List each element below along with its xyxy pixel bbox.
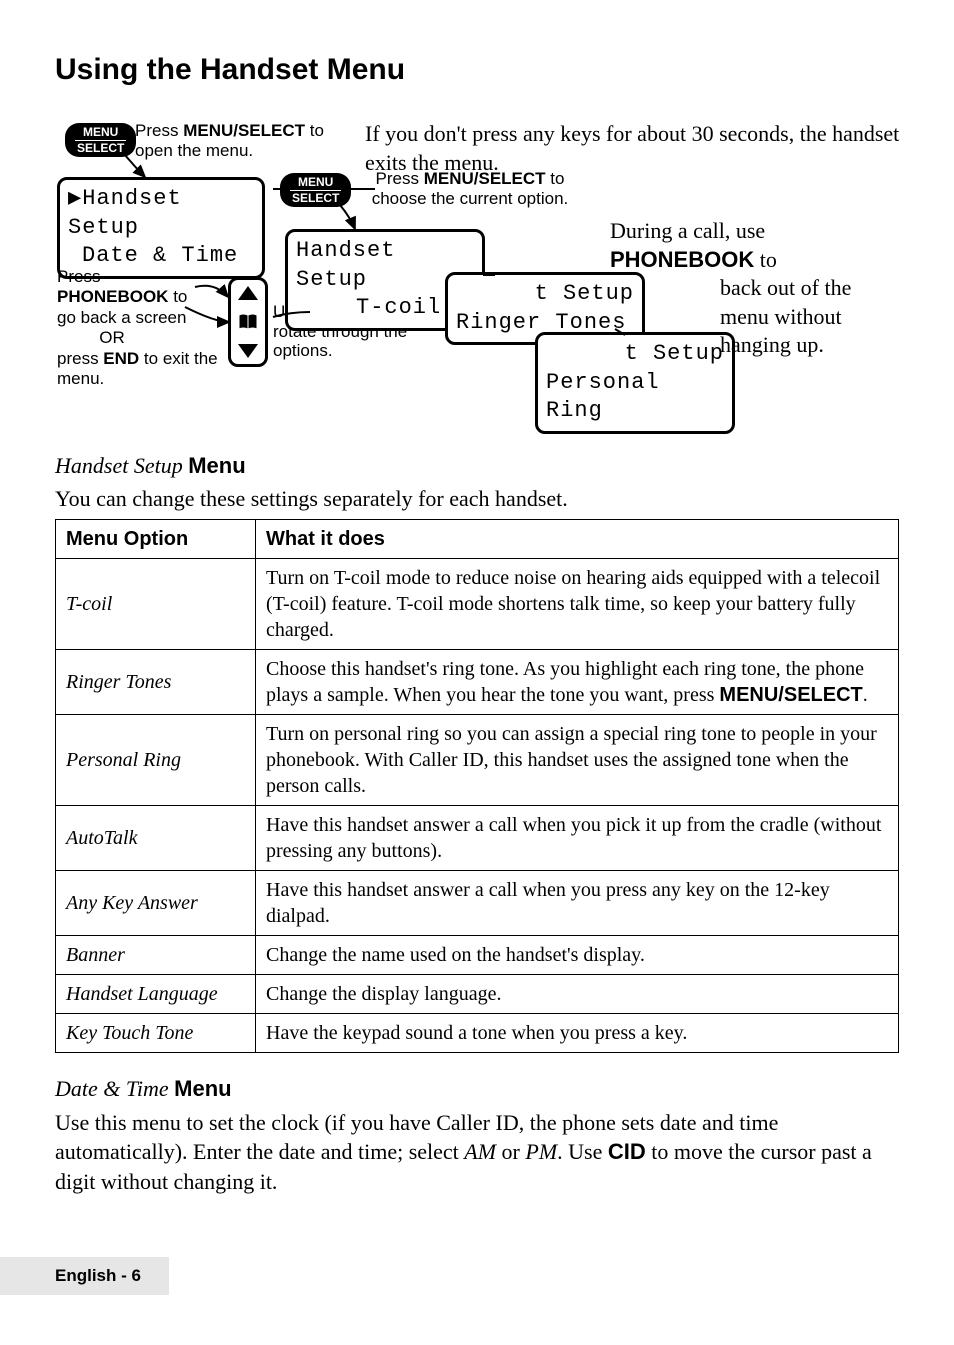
lcd-screen-1: ▶Handset Setup Date & Time [57,177,265,279]
table-row: Ringer TonesChoose this handset's ring t… [56,650,899,715]
datetime-heading: Date & Time Menu [55,1075,899,1104]
desc-cell: Have this handset answer a call when you… [256,806,899,871]
table-row: Any Key AnswerHave this handset answer a… [56,871,899,936]
desc-cell: Choose this handset's ring tone. As you … [256,650,899,715]
callout-open-menu: Press MENU/SELECT to open the menu. [135,121,325,160]
col-header-option: Menu Option [56,520,256,559]
option-cell: Key Touch Tone [56,1014,256,1053]
option-cell: Any Key Answer [56,871,256,936]
table-row: Personal RingTurn on personal ring so yo… [56,715,899,806]
callout-back-exit: Press PHONEBOOK to to go back a screen g… [57,267,222,389]
option-cell: Banner [56,936,256,975]
handset-setup-heading: Handset Setup Menu [55,452,899,481]
up-down-control [228,277,268,367]
option-cell: AutoTalk [56,806,256,871]
desc-cell: Have this handset answer a call when you… [256,871,899,936]
datetime-paragraph: Use this menu to set the clock (if you h… [55,1108,899,1197]
para-timeout: If you don't press any keys for about 30… [365,120,905,177]
up-arrow-icon [238,286,258,300]
option-cell: Handset Language [56,975,256,1014]
option-cell: T-coil [56,559,256,650]
col-header-desc: What it does [256,520,899,559]
table-row: Handset LanguageChange the display langu… [56,975,899,1014]
page-title: Using the Handset Menu [55,50,899,89]
phonebook-icon [237,312,259,332]
menu-select-button-1: MENU SELECT [65,123,136,157]
desc-cell: Turn on T-coil mode to reduce noise on h… [256,559,899,650]
desc-cell: Change the display language. [256,975,899,1014]
table-row: Key Touch ToneHave the keypad sound a to… [56,1014,899,1053]
table-row: T-coilTurn on T-coil mode to reduce nois… [56,559,899,650]
desc-cell: Change the name used on the handset's di… [256,936,899,975]
para-during-call: During a call, use PHONEBOOK to back out… [610,217,905,360]
desc-cell: Have the keypad sound a tone when you pr… [256,1014,899,1053]
table-row: BannerChange the name used on the handse… [56,936,899,975]
down-arrow-icon [238,344,258,358]
handset-setup-intro: You can change these settings separately… [55,485,899,514]
menu-select-button-2: MENU SELECT [280,173,351,207]
handset-setup-table: Menu Option What it does T-coilTurn on T… [55,519,899,1053]
desc-cell: Turn on personal ring so you can assign … [256,715,899,806]
option-cell: Personal Ring [56,715,256,806]
page-footer: English - 6 [0,1257,169,1295]
table-row: AutoTalkHave this handset answer a call … [56,806,899,871]
option-cell: Ringer Tones [56,650,256,715]
menu-diagram: MENU SELECT Press MENU/SELECT to open th… [55,117,899,427]
